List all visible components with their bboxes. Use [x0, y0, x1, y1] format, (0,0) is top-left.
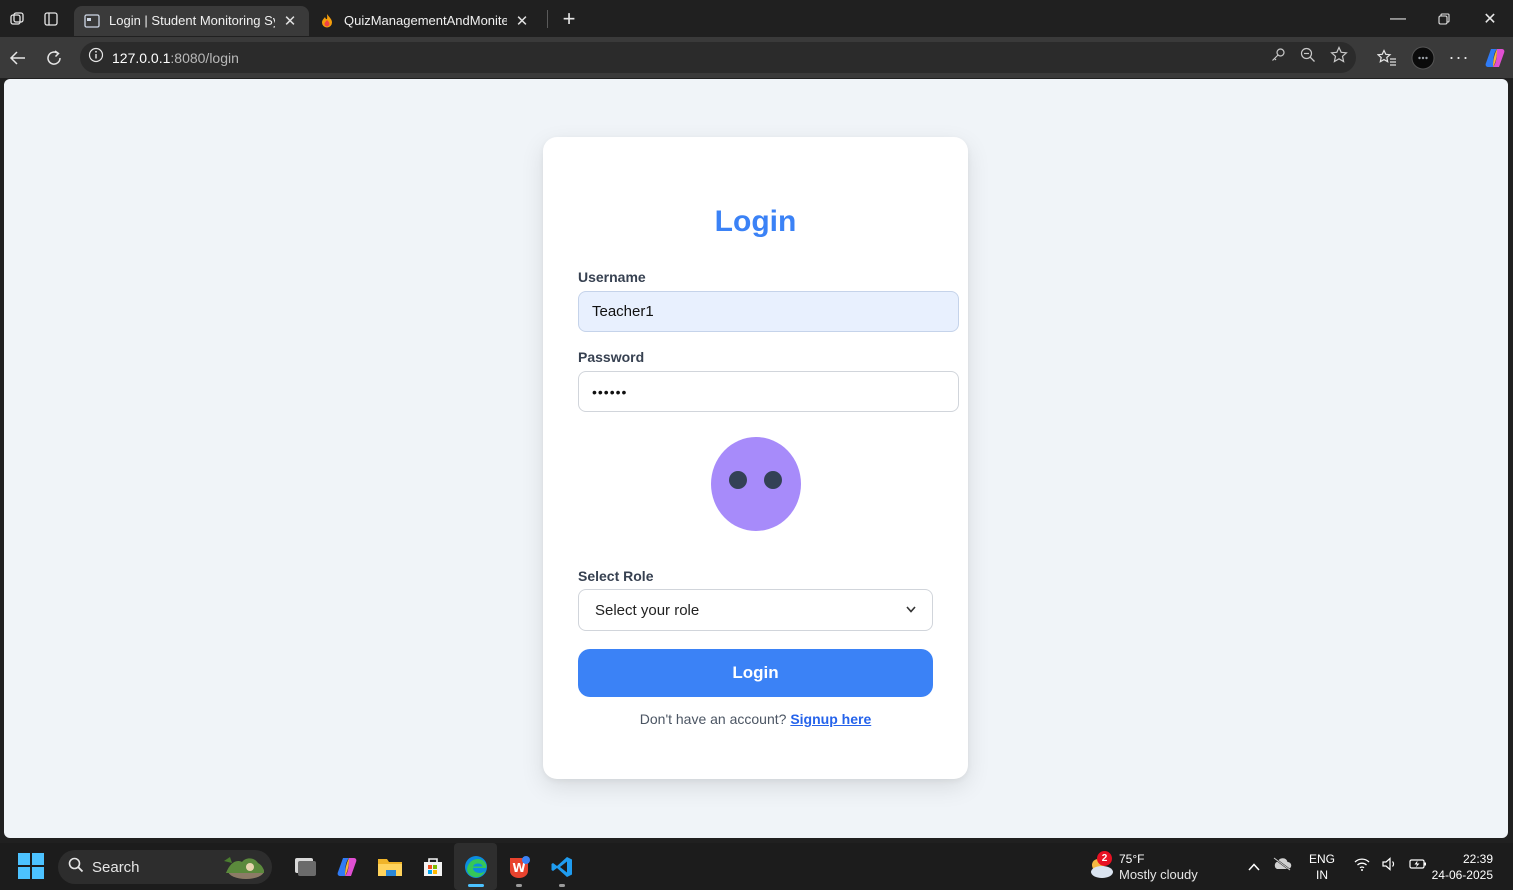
- new-tab-icon[interactable]: +: [554, 7, 584, 29]
- address-bar[interactable]: 127.0.0.1:8080/login: [80, 42, 1356, 73]
- clock-time: 22:39: [1462, 852, 1493, 866]
- signup-prompt: Don't have an account? Signup here: [543, 711, 968, 727]
- edge-browser-icon[interactable]: [454, 843, 497, 890]
- tab-title: Login | Student Monitoring System: [109, 13, 275, 28]
- battery-charging-icon[interactable]: [1404, 857, 1432, 876]
- wps-office-icon[interactable]: W: [497, 843, 540, 890]
- chevron-up-icon[interactable]: [1240, 858, 1268, 876]
- minimize-icon[interactable]: —: [1375, 0, 1421, 37]
- file-explorer-icon[interactable]: [368, 843, 411, 890]
- running-indicator: [515, 884, 522, 887]
- weather-text: 75°F Mostly cloudy: [1119, 852, 1198, 883]
- toolbar-actions: ···: [1369, 37, 1513, 78]
- taskbar-search[interactable]: Search: [58, 850, 272, 884]
- zoom-icon[interactable]: [1300, 47, 1316, 68]
- region-code: IN: [1316, 867, 1328, 882]
- restore-icon[interactable]: [1421, 0, 1467, 37]
- username-input[interactable]: Teacher1: [578, 291, 959, 332]
- close-icon[interactable]: ✕: [513, 12, 531, 30]
- search-highlight-icon: [220, 853, 268, 881]
- input-language[interactable]: ENG IN: [1302, 851, 1342, 883]
- system-clock[interactable]: 22:39 24-06-2025: [1432, 851, 1493, 883]
- onedrive-offline-icon[interactable]: [1268, 857, 1296, 876]
- favorites-icon[interactable]: [1369, 37, 1405, 78]
- window-controls: — ✕: [1375, 0, 1513, 37]
- taskbar-apps: W: [282, 843, 583, 890]
- notification-badge: 2: [1097, 851, 1112, 866]
- start-tile: [18, 867, 30, 879]
- address-actions: [1270, 42, 1348, 73]
- language-code: ENG: [1308, 851, 1335, 866]
- microsoft-store-icon[interactable]: [411, 843, 454, 890]
- url-host: 127.0.0.1: [112, 49, 171, 66]
- back-icon[interactable]: [0, 37, 36, 78]
- star-icon[interactable]: [1330, 46, 1348, 69]
- running-indicator: [558, 884, 565, 887]
- close-icon[interactable]: ✕: [281, 12, 299, 30]
- clock-date: 24-06-2025: [1431, 868, 1493, 882]
- search-icon: [68, 857, 84, 877]
- wifi-icon[interactable]: [1348, 857, 1376, 876]
- mascot-face-icon: [711, 437, 801, 531]
- tab-quiz[interactable]: QuizManagementAndMonitering ✕: [309, 6, 541, 36]
- system-tray: ENG IN: [1240, 843, 1432, 890]
- windows-taskbar: Search W 2 75°F Mostly cloudy ENG IN 22:…: [0, 843, 1513, 890]
- volume-icon[interactable]: [1376, 857, 1404, 876]
- password-input[interactable]: ••••••: [578, 371, 959, 412]
- signup-link[interactable]: Signup here: [790, 711, 871, 727]
- start-tile: [32, 867, 44, 879]
- mascot-eye-left: [729, 471, 747, 489]
- tab-divider: [547, 9, 548, 28]
- signup-prompt-text: Don't have an account?: [639, 711, 787, 727]
- workspaces-icon[interactable]: [0, 0, 34, 37]
- tab-actions-icon[interactable]: [34, 0, 68, 37]
- password-label: Password: [578, 349, 645, 365]
- url-text[interactable]: 127.0.0.1:8080/login: [112, 50, 239, 66]
- cloudy-weather-icon: 2: [1087, 851, 1115, 881]
- copilot-app-icon[interactable]: [325, 843, 368, 890]
- more-icon[interactable]: ···: [1441, 37, 1477, 78]
- login-card: Login Username Teacher1 Password •••••• …: [543, 137, 968, 779]
- login-button[interactable]: Login: [578, 649, 933, 697]
- start-tile: [32, 853, 44, 865]
- weather-condition: Mostly cloudy: [1119, 866, 1198, 882]
- role-select[interactable]: Select your role: [578, 589, 933, 631]
- page-favicon-icon: [84, 13, 100, 29]
- start-button[interactable]: [18, 853, 44, 879]
- mascot-eye-right: [764, 471, 782, 489]
- fire-favicon-icon: [319, 13, 335, 29]
- page-viewport: Login Username Teacher1 Password •••••• …: [4, 79, 1508, 838]
- info-icon[interactable]: [88, 47, 104, 68]
- key-icon[interactable]: [1270, 47, 1286, 68]
- vscode-icon[interactable]: [540, 843, 583, 890]
- start-tile: [18, 853, 30, 865]
- url-path: :8080/login: [170, 49, 239, 66]
- weather-temperature: 75°F: [1119, 851, 1145, 866]
- browser-tab-bar: Login | Student Monitoring System ✕ Quiz…: [0, 0, 1513, 37]
- username-label: Username: [578, 269, 646, 285]
- tab-title: QuizManagementAndMonitering: [344, 13, 507, 28]
- page-title: Login: [714, 205, 797, 238]
- browser-toolbar: 127.0.0.1:8080/login ···: [0, 37, 1513, 78]
- chevron-down-icon: [906, 604, 916, 616]
- refresh-icon[interactable]: [36, 37, 72, 78]
- search-label: Search: [92, 858, 140, 876]
- tab-login[interactable]: Login | Student Monitoring System ✕: [74, 5, 309, 36]
- copilot-icon[interactable]: [1477, 37, 1513, 78]
- role-select-value: Select your role: [595, 601, 700, 619]
- close-window-icon[interactable]: ✕: [1467, 0, 1513, 37]
- weather-widget[interactable]: 2 75°F Mostly cloudy: [1087, 849, 1198, 885]
- task-view-icon[interactable]: [282, 843, 325, 890]
- active-indicator: [467, 884, 484, 887]
- profile-icon[interactable]: [1405, 37, 1441, 78]
- role-label: Select Role: [578, 568, 654, 584]
